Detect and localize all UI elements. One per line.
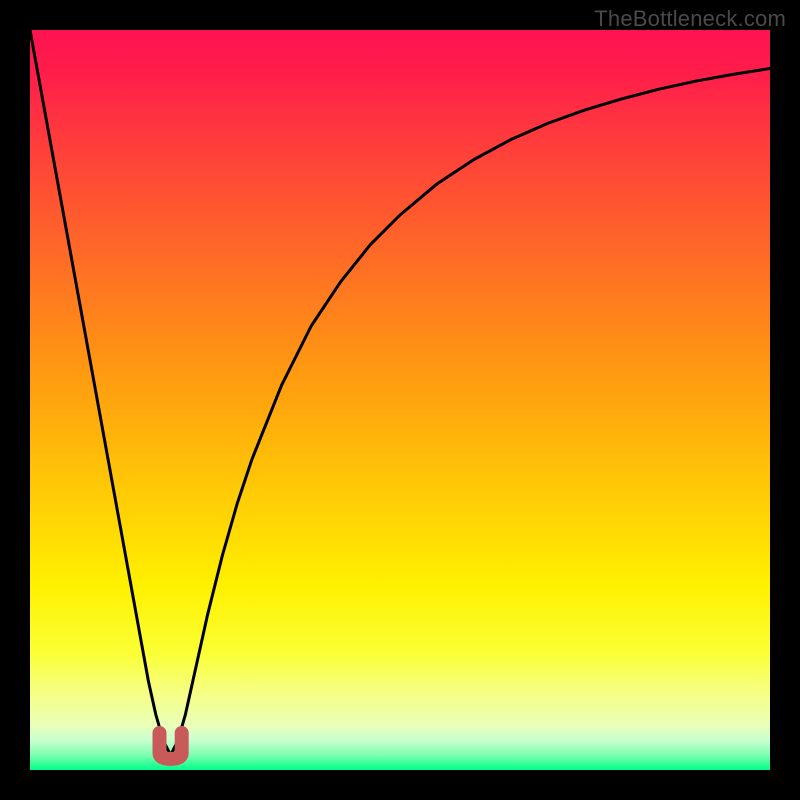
chart-frame: TheBottleneck.com xyxy=(0,0,800,800)
watermark-text: TheBottleneck.com xyxy=(594,6,786,32)
plot-area xyxy=(30,30,770,770)
valley-marker xyxy=(160,733,182,759)
bottleneck-curve xyxy=(30,30,770,755)
curve-layer xyxy=(30,30,770,770)
